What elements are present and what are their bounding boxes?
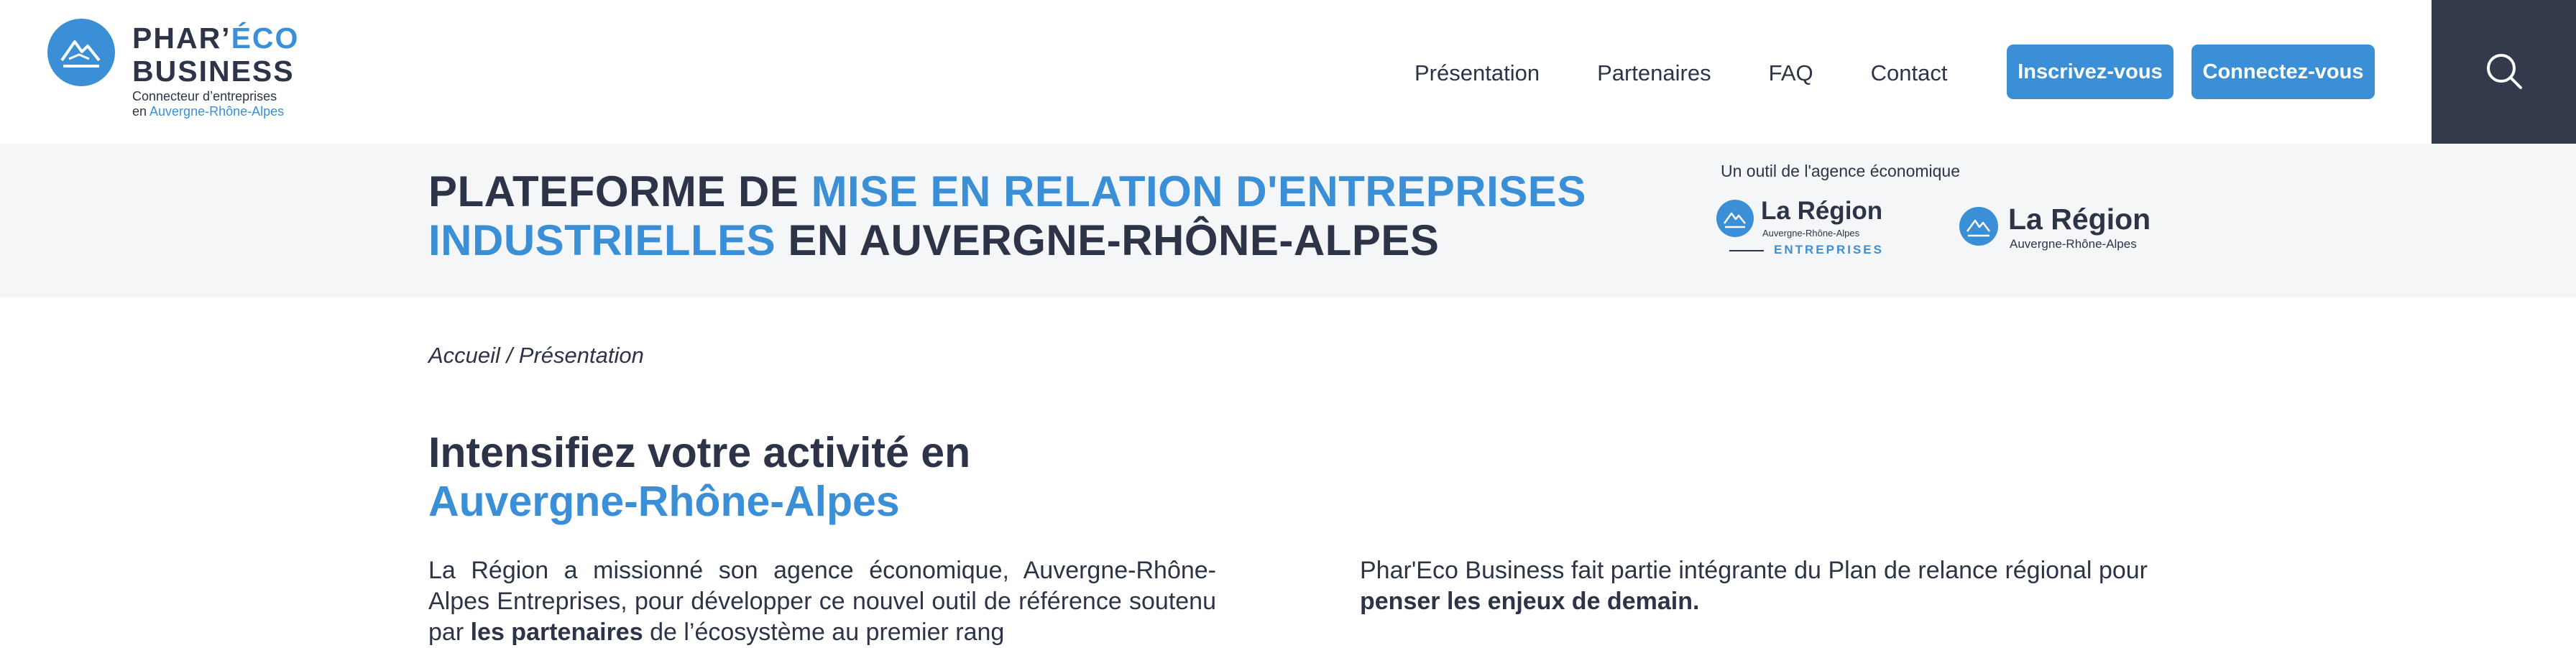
mountain-logo-icon: [47, 19, 115, 86]
logo-tagline: Connecteur d’entreprises en Auvergne-Rhô…: [132, 89, 285, 119]
region-entreprises-logo[interactable]: La Région Auvergne-Rhône-Alpes ENTREPRIS…: [1716, 197, 1903, 261]
section-heading: Intensifiez votre activité en Auvergne-R…: [428, 429, 971, 525]
logo-name-line1: PHAR’ÉCO: [132, 22, 300, 55]
pharecobusiness-logo[interactable]: PHAR’ÉCO BUSINESS Connecteur d’entrepris…: [47, 19, 306, 126]
breadcrumb-current: Présentation: [518, 343, 644, 368]
register-button[interactable]: Inscrivez-vous: [2007, 45, 2174, 99]
nav-faq[interactable]: FAQ: [1769, 57, 1813, 89]
search-icon: [2487, 54, 2522, 89]
hero-banner: PLATEFORME DE MISE EN RELATION D'ENTREPR…: [0, 144, 2576, 297]
nav-contact[interactable]: Contact: [1871, 57, 1948, 89]
intro-paragraph-left: La Région a missionné son agence économi…: [428, 557, 1216, 646]
page-title: PLATEFORME DE MISE EN RELATION D'ENTREPR…: [428, 167, 1586, 264]
region-logo[interactable]: La Région Auvergne-Rhône-Alpes: [1959, 203, 2161, 253]
intro-paragraph-right: Phar'Eco Business fait partie intégrante…: [1360, 557, 2148, 615]
breadcrumb: Accueil / Présentation: [428, 343, 644, 368]
login-button[interactable]: Connectez-vous: [2191, 45, 2375, 99]
region-mountain-icon: [1959, 207, 1998, 246]
logo-name-line2: BUSINESS: [132, 55, 295, 88]
search-button[interactable]: [2432, 0, 2576, 144]
breadcrumb-home[interactable]: Accueil: [428, 343, 500, 368]
site-header: PHAR’ÉCO BUSINESS Connecteur d’entrepris…: [0, 0, 2576, 144]
main-nav: Présentation Partenaires FAQ Contact: [1414, 57, 1947, 89]
agency-caption: Un outil de l'agence économique: [1721, 162, 1961, 180]
nav-partenaires[interactable]: Partenaires: [1597, 57, 1711, 89]
region-mountain-icon: [1716, 200, 1754, 237]
nav-presentation[interactable]: Présentation: [1414, 57, 1540, 89]
